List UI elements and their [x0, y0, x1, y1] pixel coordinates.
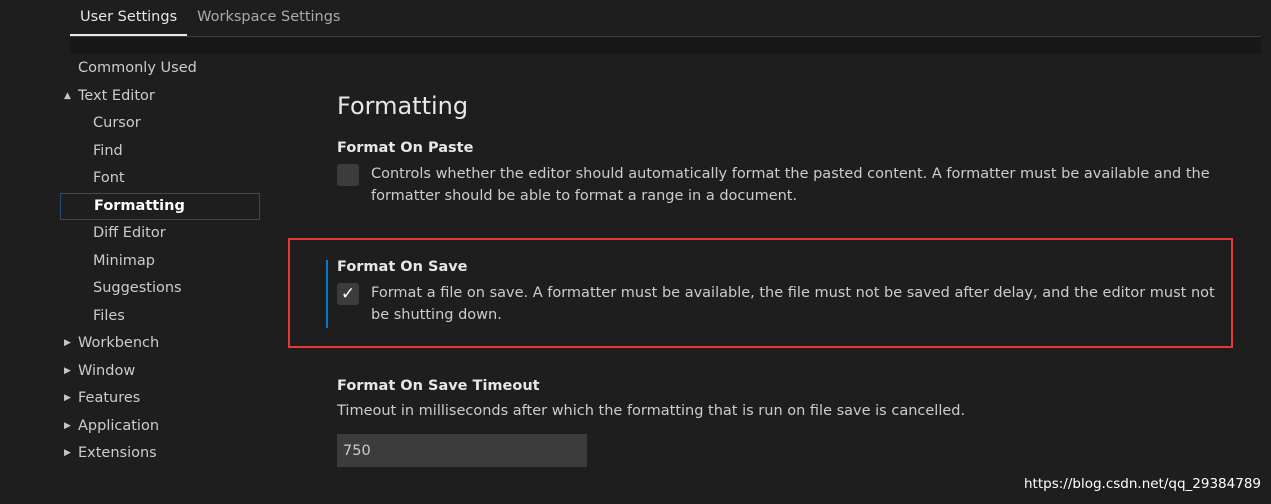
tree-item-label: Features — [78, 390, 141, 406]
focus-indicator — [326, 260, 328, 328]
tree-item-window[interactable]: ▶ Window — [60, 358, 260, 386]
tree-item-label: Diff Editor — [93, 225, 166, 241]
tree-item-label: Suggestions — [93, 280, 182, 296]
setting-title-format-on-save: Format On Save — [337, 259, 468, 275]
tree-item-diff-editor[interactable]: Diff Editor — [60, 220, 260, 248]
tree-item-label: Extensions — [78, 445, 157, 461]
tree-item-label: Text Editor — [78, 87, 155, 104]
settings-tree: Commonly Used ▲ Text Editor Cursor Find F… — [60, 55, 260, 468]
section-title: Formatting — [337, 92, 469, 120]
tree-item-commonly-used[interactable]: Commonly Used — [60, 55, 260, 83]
tree-item-label: Cursor — [93, 115, 141, 131]
tree-item-cursor[interactable]: Cursor — [60, 110, 260, 138]
tree-item-suggestions[interactable]: Suggestions — [60, 275, 260, 303]
tree-item-label: Minimap — [93, 252, 155, 269]
tree-item-label: Find — [93, 142, 123, 159]
tree-item-label: Formatting — [94, 197, 185, 214]
tree-item-features[interactable]: ▶ Features — [60, 385, 260, 413]
tree-item-text-editor[interactable]: ▲ Text Editor — [60, 83, 260, 111]
setting-description-format-on-save-timeout: Timeout in milliseconds after which the … — [337, 403, 966, 419]
watermark-text: https://blog.csdn.net/qq_29384789 — [1023, 476, 1261, 492]
tree-item-label: Commonly Used — [78, 60, 197, 76]
tab-user-settings[interactable]: User Settings — [70, 0, 188, 36]
tree-item-minimap[interactable]: Minimap — [60, 248, 260, 276]
caret-right-icon: ▶ — [64, 338, 71, 348]
format-on-save-checkbox[interactable]: ✓ — [337, 283, 359, 305]
settings-tabs: User Settings Workspace Settings — [70, 0, 350, 36]
caret-right-icon: ▶ — [64, 420, 71, 431]
setting-title-format-on-paste: Format On Paste — [337, 140, 474, 156]
format-on-paste-checkbox[interactable] — [337, 164, 359, 186]
tree-item-extensions[interactable]: ▶ Extensions — [60, 440, 260, 468]
search-bar-area — [70, 37, 1261, 54]
tree-item-workbench[interactable]: ▶ Workbench — [60, 330, 260, 358]
tree-item-find[interactable]: Find — [60, 138, 260, 166]
caret-right-icon: ▶ — [64, 393, 71, 403]
tree-item-label: Font — [93, 170, 125, 186]
settings-editor: User Settings Workspace Settings Commonl… — [0, 0, 1271, 504]
format-on-save-timeout-input[interactable] — [337, 434, 587, 467]
caret-down-icon: ▲ — [64, 90, 71, 101]
tree-item-application[interactable]: ▶ Application — [60, 413, 260, 441]
tree-item-label: Workbench — [78, 335, 160, 351]
tree-item-label: Window — [78, 362, 136, 379]
setting-description-format-on-paste: Controls whether the editor should autom… — [371, 166, 1210, 204]
tree-item-label: Application — [78, 417, 160, 434]
tree-item-files[interactable]: Files — [60, 303, 260, 331]
tree-item-font[interactable]: Font — [60, 165, 260, 193]
setting-description-format-on-save: Format a file on save. A formatter must … — [371, 285, 1215, 323]
tree-item-formatting[interactable]: Formatting — [60, 192, 260, 220]
caret-right-icon: ▶ — [64, 365, 71, 376]
caret-right-icon: ▶ — [64, 448, 71, 458]
setting-title-format-on-save-timeout: Format On Save Timeout — [337, 378, 540, 394]
tab-workspace-settings[interactable]: Workspace Settings — [187, 0, 350, 34]
checkmark-icon: ✓ — [340, 284, 356, 304]
tree-item-label: Files — [93, 307, 125, 324]
